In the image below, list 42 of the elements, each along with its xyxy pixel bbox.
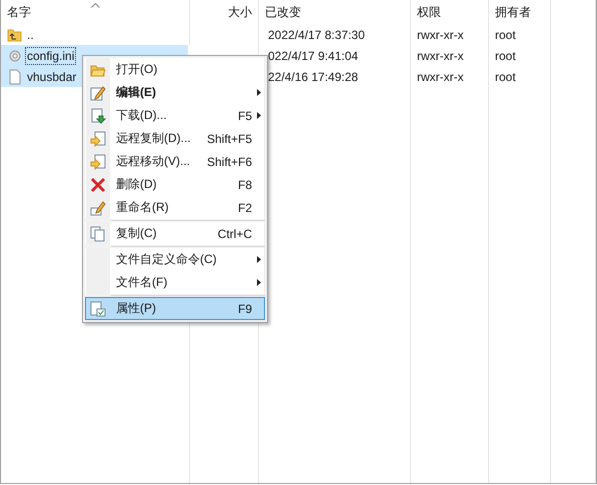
document-arrow-icon [90,154,106,170]
submenu-arrow-icon [257,279,261,286]
column-header[interactable]: 名字 [7,4,31,20]
file-icon [7,68,23,84]
table-cell: 22/4/16 17:49:28 [268,70,358,84]
menu-item[interactable]: 删除(D) F8 [85,173,265,196]
submenu-arrow-icon [257,112,261,119]
column-header[interactable]: 权限 [417,4,441,20]
table-cell: 022/4/17 9:41:04 [268,48,358,62]
menu-item[interactable]: 重命名(R) F2 [85,196,265,219]
rename-icon [90,200,106,216]
table-cell: root [495,28,516,42]
column-header[interactable]: 大小 [228,4,252,20]
menu-item[interactable]: 打开(O) [85,58,265,81]
table-cell: rwxr-xr-x [417,48,464,62]
menu-item[interactable]: 文件自定义命令(C) [85,248,265,271]
table-cell: 2022/4/17 8:37:30 [268,28,365,42]
menu-item[interactable]: 远程移动(V)... Shift+F6 [85,150,265,173]
table-cell: rwxr-xr-x [417,70,464,84]
file-name[interactable]: .. [25,26,36,44]
gear-icon [7,48,23,64]
menu-item[interactable]: 复制(C) Ctrl+C [85,222,265,245]
menu-item[interactable]: 远程复制(D)... Shift+F5 [85,127,265,150]
pencil-icon [90,84,106,100]
menu-item[interactable]: 属性(P) F9 [85,297,265,320]
menu-item[interactable]: 下载(D)... F5 [85,104,265,127]
column-header[interactable]: 已改变 [265,4,301,20]
table-cell: root [495,48,516,62]
document-arrow-icon [90,130,106,146]
folder-up-icon [7,26,23,42]
properties-icon [90,300,106,316]
document-arrow-icon [90,108,106,124]
menu-item[interactable]: 文件名(F) [85,271,265,294]
submenu-arrow-icon [257,256,261,263]
close-icon [90,176,106,192]
copy-icon [90,226,106,242]
menu-item[interactable]: 编辑(E) [85,81,265,104]
submenu-arrow-icon [257,89,261,96]
file-name[interactable]: config.ini [25,46,76,64]
table-cell: rwxr-xr-x [417,28,464,42]
table-cell: root [495,70,516,84]
column-header[interactable]: 拥有者 [495,4,531,20]
